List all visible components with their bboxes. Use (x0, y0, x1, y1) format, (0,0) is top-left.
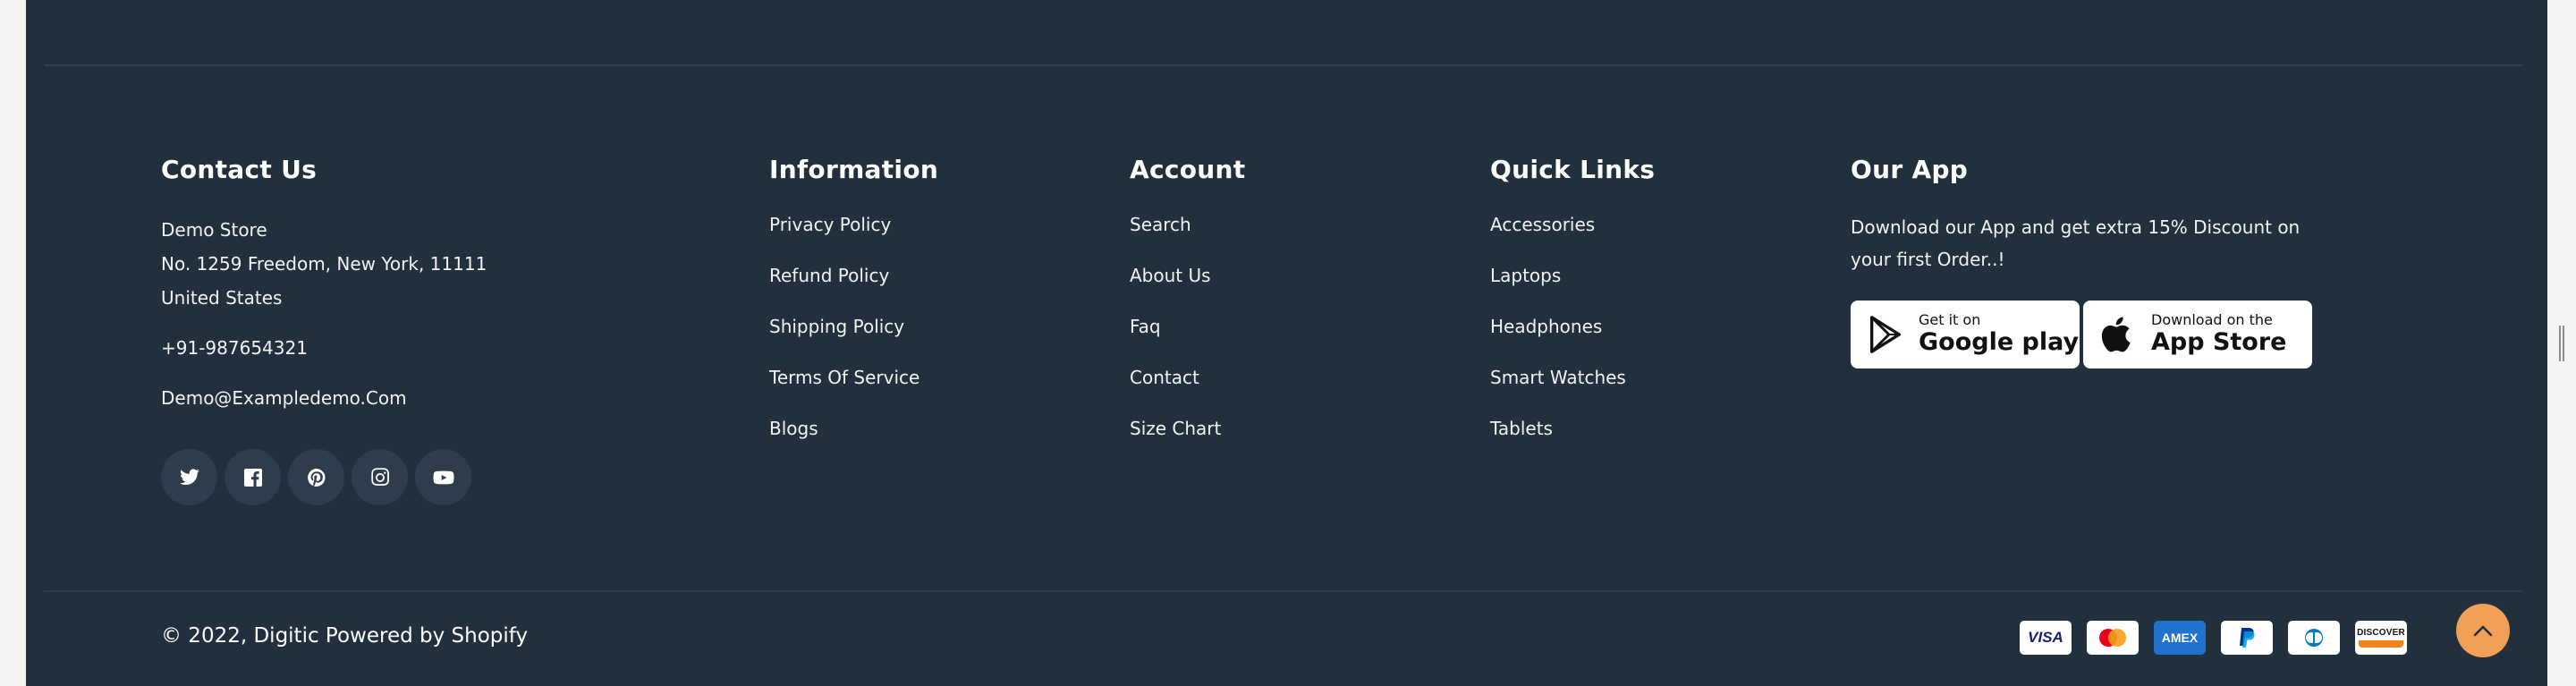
footer-link-accessories[interactable]: Accessories (1490, 213, 1655, 236)
instagram-icon[interactable] (352, 449, 408, 505)
chevron-up-icon (2473, 625, 2493, 637)
app-heading: Our App (1851, 155, 1969, 184)
footer-link-contact[interactable]: Contact (1130, 366, 1245, 389)
footer-link-search[interactable]: Search (1130, 213, 1245, 236)
footer-link-terms-of-service[interactable]: Terms Of Service (769, 366, 938, 389)
back-to-top-button[interactable] (2456, 604, 2510, 657)
twitter-icon[interactable] (161, 449, 217, 505)
footer-link-size-chart[interactable]: Size Chart (1130, 417, 1245, 440)
address-line-1: No. 1259 Freedom, New York, 11111 (161, 253, 487, 275)
store-name: Demo Store (161, 219, 267, 241)
footer-link-about-us[interactable]: About Us (1130, 264, 1245, 287)
footer-link-headphones[interactable]: Headphones (1490, 315, 1655, 338)
quick-links-heading: Quick Links (1490, 155, 1656, 184)
footer-link-refund-policy[interactable]: Refund Policy (769, 264, 938, 287)
quick-links-column: Quick Links Accessories Laptops Headphon… (1490, 152, 1655, 468)
scrollbar-grip[interactable] (2559, 326, 2566, 361)
email-link[interactable]: Demo@Exampledemo.Com (161, 381, 487, 415)
account-heading: Account (1130, 155, 1246, 184)
visa-icon: VISA (2020, 621, 2072, 655)
address-line-2: United States (161, 287, 283, 309)
paypal-icon (2221, 621, 2273, 655)
site-footer: Contact Us Demo Store No. 1259 Freedom, … (26, 0, 2547, 686)
social-links (161, 449, 487, 505)
app-store-button[interactable]: Download on the App Store (2083, 301, 2312, 368)
footer-bottom-divider (44, 590, 2522, 592)
app-promo-text: Download our App and get extra 15% Disco… (1851, 216, 2301, 270)
contact-heading: Contact Us (161, 155, 318, 184)
facebook-icon[interactable] (225, 449, 281, 505)
app-store-small-label: Download on the (2151, 311, 2273, 328)
apple-icon (2101, 317, 2131, 352)
footer-top-divider (44, 64, 2522, 66)
google-play-small-label: Get it on (1919, 311, 1981, 328)
payment-icons: VISA AMEX DISCOVER (2020, 621, 2407, 655)
copyright-text: © 2022, Digitic Powered by Shopify (161, 624, 529, 648)
footer-link-blogs[interactable]: Blogs (769, 417, 938, 440)
amex-icon: AMEX (2154, 621, 2206, 655)
youtube-icon[interactable] (415, 449, 471, 505)
footer-link-tablets[interactable]: Tablets (1490, 417, 1655, 440)
account-column: Account Search About Us Faq Contact Size… (1130, 152, 1245, 468)
footer-link-laptops[interactable]: Laptops (1490, 264, 1655, 287)
google-play-button[interactable]: Get it on Google play (1851, 301, 2080, 368)
diners-club-icon (2288, 621, 2340, 655)
footer-link-faq[interactable]: Faq (1130, 315, 1245, 338)
discover-icon: DISCOVER (2355, 621, 2407, 655)
app-column: Our App Download our App and get extra 1… (1851, 152, 2316, 368)
mastercard-icon (2087, 621, 2139, 655)
footer-link-privacy-policy[interactable]: Privacy Policy (769, 213, 938, 236)
google-play-icon (1869, 316, 1902, 353)
footer-link-smart-watches[interactable]: Smart Watches (1490, 366, 1655, 389)
information-heading: Information (769, 155, 939, 184)
contact-column: Contact Us Demo Store No. 1259 Freedom, … (161, 152, 487, 505)
information-column: Information Privacy Policy Refund Policy… (769, 152, 938, 468)
google-play-big-label: Google play (1919, 328, 2080, 356)
footer-link-shipping-policy[interactable]: Shipping Policy (769, 315, 938, 338)
app-store-big-label: App Store (2151, 328, 2287, 356)
phone-link[interactable]: +91-987654321 (161, 331, 487, 365)
pinterest-icon[interactable] (288, 449, 344, 505)
